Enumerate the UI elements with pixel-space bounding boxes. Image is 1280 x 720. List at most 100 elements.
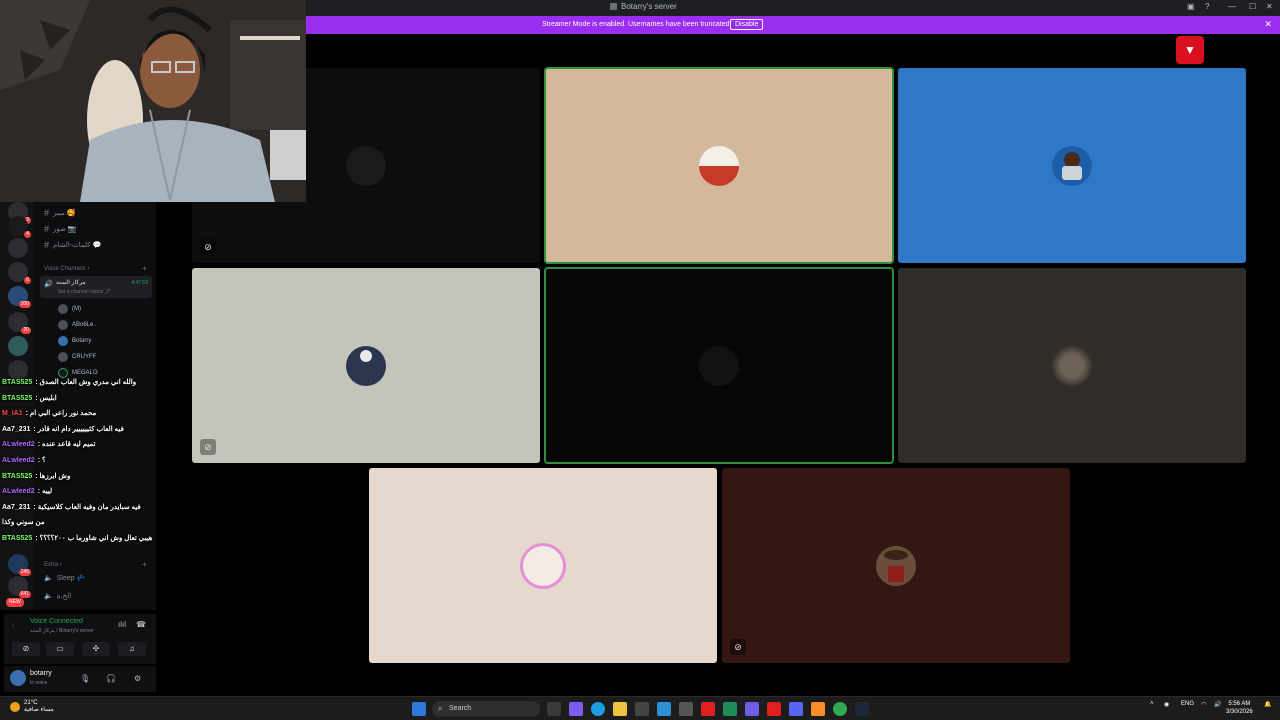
user-panel: botarry In voice 🎙 🎧 ⚙	[4, 666, 156, 692]
disable-streamer-mode-button[interactable]: Disable	[730, 19, 764, 30]
server-icon[interactable]	[8, 360, 28, 380]
close-banner-button[interactable]: ✕	[1264, 19, 1272, 30]
microphone-icon[interactable]: 🎙	[80, 674, 90, 683]
add-channel-icon[interactable]: +	[142, 264, 147, 273]
windows-start-icon[interactable]	[412, 702, 426, 716]
server-icon[interactable]	[8, 336, 28, 356]
voice-channel[interactable]: 🔈 الخ،ة	[44, 592, 71, 600]
hash-icon: #	[44, 224, 50, 234]
youtube-icon[interactable]	[767, 702, 781, 716]
noise-suppression-icon[interactable]: ılıl	[118, 620, 126, 629]
voice-channel-active[interactable]: 🔊 مركاز السنه Set a channel status 🖊 4:4…	[40, 276, 152, 298]
task-view-icon[interactable]	[547, 702, 561, 716]
chat-text: محمد نور راعي البي ام	[29, 410, 97, 418]
participant-tile[interactable]: ⊘	[722, 468, 1070, 663]
server-icon[interactable]: 4	[8, 216, 31, 238]
notification-icon[interactable]: 🔔	[1264, 701, 1271, 708]
chat-message: ALwleed2: لييه	[2, 488, 53, 496]
edge-icon[interactable]	[591, 702, 605, 716]
help-icon[interactable]: ?	[1205, 2, 1209, 11]
voice-user[interactable]: CRUYFF	[58, 352, 96, 362]
chat-text: فيه سبايدر مان وفيه العاب كلاسيكية	[37, 503, 141, 511]
chat-message: ALwleed2: تميم ليه قاعد عنده	[2, 441, 96, 449]
app-icon[interactable]	[811, 702, 825, 716]
chat-text: فيه العاب كثيييييير دام انه قادر	[37, 425, 124, 433]
youtube-icon[interactable]	[701, 702, 715, 716]
participant-tile[interactable]	[544, 267, 894, 464]
app-icon[interactable]	[745, 702, 759, 716]
taskbar-search[interactable]: ⌕ Search	[432, 701, 540, 717]
voice-user[interactable]: Botarry	[58, 336, 91, 346]
voice-user[interactable]: MEGALO	[58, 368, 98, 378]
soundboard-button[interactable]: ♫	[118, 642, 146, 656]
participant-avatar	[1052, 345, 1092, 386]
app-icon[interactable]	[723, 702, 737, 716]
voice-user[interactable]: ABo6Le .	[58, 320, 97, 330]
disconnect-icon[interactable]: ☎	[136, 620, 146, 629]
voice-user[interactable]: (M)	[58, 304, 81, 314]
participant-tile[interactable]	[544, 67, 894, 264]
server-icon[interactable]: 6	[8, 262, 31, 284]
window-title-text: Botarry's server	[621, 2, 677, 11]
participant-avatar	[699, 345, 739, 386]
text-channel[interactable]: # صور 📷	[44, 224, 77, 234]
muted-mic-icon: ⊘	[200, 439, 216, 455]
screen-share-button[interactable]: ▭	[46, 642, 74, 656]
add-channel-icon[interactable]: +	[142, 560, 147, 569]
app-icon[interactable]	[657, 702, 671, 716]
text-channel[interactable]: # ميبر 🥰	[44, 208, 76, 218]
activities-button[interactable]: ✣	[82, 642, 110, 656]
participant-tile[interactable]	[898, 68, 1246, 263]
weather-widget[interactable]: 21°C مساء صافية	[10, 700, 54, 714]
chat-text: هيبي تعال وش اني شاورما ب ٢٠٠؟؟؟؟	[39, 535, 153, 542]
participant-tile[interactable]: ⊘	[192, 268, 540, 463]
chat-message: M_IA1: محمد نور راعي البي ام	[2, 410, 97, 418]
text-channel[interactable]: # كلمات-الشام 💬	[44, 240, 101, 250]
avatar[interactable]	[10, 670, 26, 686]
close-window-button[interactable]: ✕	[1266, 2, 1273, 11]
server-icon[interactable]: 100	[8, 286, 31, 308]
maximize-button[interactable]: ☐	[1249, 2, 1256, 11]
server-icon[interactable]: 641	[8, 576, 31, 598]
voice-connected-panel: ⫶ Voice Connected مركاز السنه / Botarry'…	[4, 614, 156, 664]
chat-text: تميم ليه قاعد عنده	[41, 441, 96, 449]
voice-channels-header[interactable]: Voice Channels ›	[44, 266, 89, 272]
language-indicator[interactable]: ENG	[1181, 701, 1194, 707]
windows-taskbar: 21°C مساء صافية ⌕ Search ˄ ◉ ENG ◠ 🔊 5:5…	[0, 696, 1280, 720]
participant-tile[interactable]	[369, 468, 717, 663]
chat-username: ALwleed2	[2, 488, 35, 496]
minimize-button[interactable]: —	[1228, 2, 1236, 11]
discord-icon[interactable]	[789, 702, 803, 716]
steam-icon[interactable]	[855, 702, 869, 716]
server-icon[interactable]: 20	[8, 312, 31, 334]
tray-icon[interactable]: ◉	[1164, 701, 1169, 708]
app-icon[interactable]	[679, 702, 693, 716]
participant-tile[interactable]	[898, 268, 1246, 463]
participant-avatar	[876, 545, 916, 586]
store-icon[interactable]	[635, 702, 649, 716]
taskbar-clock[interactable]: 5:56 AM 3/30/2026	[1226, 700, 1253, 716]
chat-text: ؟	[41, 457, 46, 464]
new-badge: NEW	[6, 598, 24, 607]
avatar	[58, 304, 68, 314]
avatar	[58, 352, 68, 362]
app-icon[interactable]	[569, 702, 583, 716]
wifi-icon[interactable]: ◠	[1201, 701, 1206, 708]
webcam-image	[0, 0, 306, 202]
tray-overflow-icon[interactable]: ˄	[1150, 701, 1154, 707]
chrome-icon[interactable]	[833, 702, 847, 716]
server-icon[interactable]: 146	[8, 554, 31, 576]
server-icon[interactable]	[8, 238, 28, 258]
inbox-icon[interactable]: ▣	[1187, 2, 1195, 11]
chat-text: وش ابرزها	[39, 472, 71, 480]
camera-off-button[interactable]: ⊘	[12, 642, 40, 656]
file-explorer-icon[interactable]	[613, 702, 627, 716]
chat-username: BTAS525	[2, 535, 33, 542]
voice-channel[interactable]: 🔈 Sleep 💤	[44, 574, 85, 582]
extra-category-header[interactable]: Extra ›	[44, 562, 62, 568]
chat-username: BTAS525	[2, 472, 33, 480]
volume-icon[interactable]: 🔊	[1214, 701, 1221, 708]
headphones-icon[interactable]: 🎧	[106, 674, 116, 683]
streamer-webcam	[0, 0, 306, 202]
gear-icon[interactable]: ⚙	[134, 674, 141, 683]
